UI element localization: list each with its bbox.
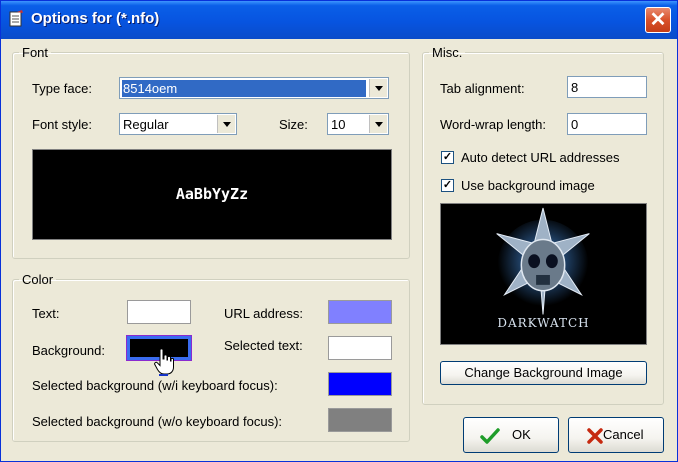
size-label: Size: [279, 117, 308, 132]
notepad-icon [9, 10, 23, 27]
font-size-value: 10 [331, 117, 346, 132]
use-background-image-checkbox[interactable]: ✓ [441, 179, 454, 192]
close-icon: ✕ [649, 9, 667, 31]
font-preview-text: AaBbYyZz [175, 185, 249, 203]
font-group-legend: Font [22, 45, 49, 60]
title-bar[interactable]: Options for (*.nfo) ✕ [1, 1, 677, 39]
typeface-select[interactable]: 8514oem [119, 77, 389, 99]
close-button[interactable]: ✕ [645, 7, 671, 33]
word-wrap-input[interactable]: 0 [567, 113, 647, 135]
misc-group-legend: Misc. [432, 45, 463, 60]
auto-detect-url-label[interactable]: Auto detect URL addresses [461, 150, 620, 165]
font-size-select[interactable]: 10 [327, 113, 389, 135]
typeface-value: 8514oem [122, 80, 366, 97]
auto-detect-url-checkbox[interactable]: ✓ [441, 151, 454, 164]
text-color-swatch[interactable] [127, 300, 191, 324]
word-wrap-label: Word-wrap length: [440, 117, 546, 132]
font-style-value: Regular [123, 117, 169, 132]
sel-bg-focus-swatch[interactable] [328, 372, 392, 396]
sel-bg-nofocus-label: Selected background (w/o keyboard focus)… [32, 414, 283, 429]
chevron-down-icon[interactable] [369, 115, 387, 133]
background-image-preview: DARKWATCH [440, 203, 647, 345]
selected-text-color-label: Selected text: [224, 338, 303, 353]
cancel-button[interactable]: Cancel [568, 417, 664, 453]
change-background-image-label: Change Background Image [464, 365, 623, 380]
tab-alignment-label: Tab alignment: [440, 81, 525, 96]
sel-bg-nofocus-swatch[interactable] [328, 408, 392, 432]
font-style-select[interactable]: Regular [119, 113, 237, 135]
window-title: Options for (*.nfo) [31, 10, 160, 27]
background-image-caption: DARKWATCH [497, 316, 590, 330]
change-background-image-button[interactable]: Change Background Image [440, 361, 647, 385]
url-color-label: URL address: [224, 306, 303, 321]
sel-bg-focus-label: Selected background (w/i keyboard focus)… [32, 378, 278, 393]
text-color-label: Text: [32, 306, 60, 321]
options-dialog: Options for (*.nfo) ✕ Font Type face: 85… [0, 0, 678, 462]
url-color-swatch[interactable] [328, 300, 392, 324]
chevron-down-icon[interactable] [217, 115, 235, 133]
use-background-image-label: Use background image [461, 178, 595, 193]
typeface-label: Type face: [32, 81, 92, 96]
ok-label: OK [512, 427, 531, 442]
dialog-client-area: Font Type face: 8514oem Font style: Regu… [4, 39, 674, 460]
font-preview: AaBbYyZz [32, 149, 392, 240]
x-icon [587, 428, 603, 444]
tab-alignment-input[interactable]: 8 [567, 76, 647, 98]
check-icon [480, 428, 500, 444]
selected-text-color-swatch[interactable] [328, 336, 392, 360]
cancel-label: Cancel [603, 427, 644, 442]
font-style-label: Font style: [32, 117, 92, 132]
background-color-label: Background: [32, 343, 105, 358]
chevron-down-icon[interactable] [369, 79, 387, 97]
color-group-legend: Color [22, 272, 54, 287]
ok-button[interactable]: OK [463, 417, 559, 453]
hand-cursor-icon [154, 348, 174, 376]
